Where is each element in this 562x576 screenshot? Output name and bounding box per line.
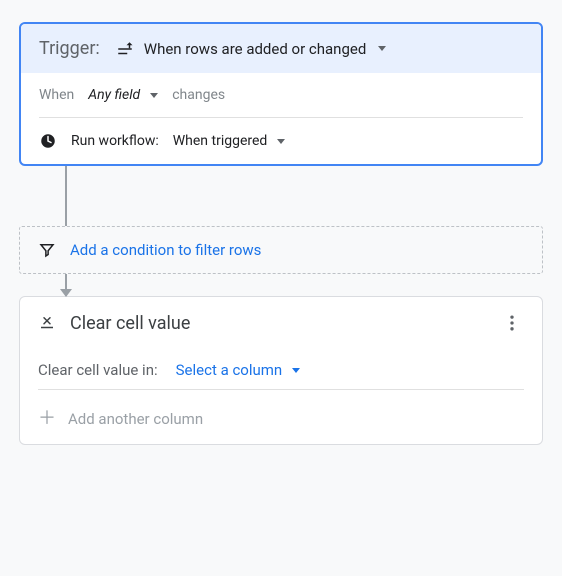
rows-changed-icon [116,40,134,58]
chevron-down-icon [150,93,158,98]
filter-icon [38,241,56,259]
chevron-down-icon [277,139,285,144]
add-condition-button[interactable]: Add a condition to filter rows [19,226,543,274]
column-selector[interactable]: Select a column [176,361,301,379]
add-another-column-button[interactable]: ＋ Add another column [20,396,542,440]
trigger-label: Trigger: [39,38,100,59]
clear-in-label: Clear cell value in: [38,361,158,379]
when-label: When [39,87,74,103]
clock-icon [39,132,57,150]
run-workflow-label: Run workflow: [71,133,159,149]
chevron-down-icon [378,46,386,51]
changes-label: changes [172,87,225,103]
field-value: Any field [88,87,140,103]
connector-arrow [19,274,543,296]
run-workflow-selector[interactable]: Run workflow: When triggered [39,132,523,150]
more-vert-icon [502,313,522,333]
run-workflow-value: When triggered [173,133,268,149]
column-selector-placeholder: Select a column [176,361,283,379]
add-another-column-text: Add another column [68,410,203,428]
plus-icon: ＋ [38,410,56,428]
trigger-type-text: When rows are added or changed [144,40,367,58]
trigger-type-selector[interactable]: Trigger: When rows are added or changed [21,24,541,73]
clear-cell-icon [38,314,56,332]
connector-line [19,166,543,226]
trigger-field-selector[interactable]: When Any field changes [39,87,523,103]
action-more-button[interactable] [500,311,524,335]
trigger-card: Trigger: When rows are added or changed … [19,22,543,166]
action-card: Clear cell value Clear cell value in: Se… [19,296,543,445]
action-title: Clear cell value [70,313,190,334]
chevron-down-icon [292,368,300,373]
add-condition-text: Add a condition to filter rows [70,241,261,259]
